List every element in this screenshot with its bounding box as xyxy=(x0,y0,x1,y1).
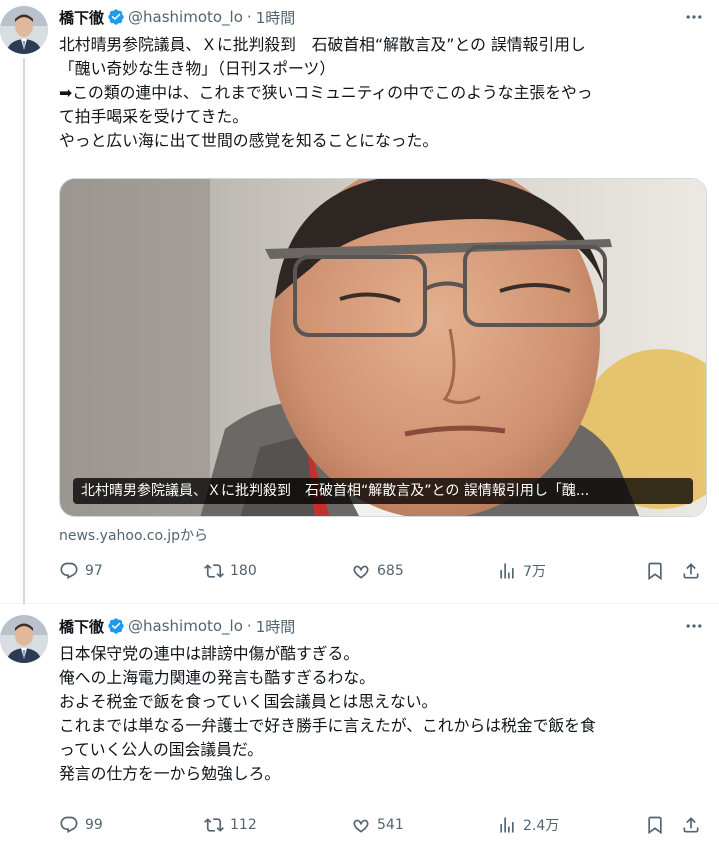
retweet-button[interactable]: 112 xyxy=(204,813,257,837)
tweet-text-line: て拍手喝采を受けてきた。 xyxy=(59,107,249,126)
tweet-text-line: 北村晴男参院議員、Ｘに批判殺到 石破首相“解散言及”との 誤情報引用し xyxy=(59,35,586,54)
tweet-text-line: ➡この類の連中は、これまで狭いコミュニティの中でこのような主張をやっ xyxy=(59,83,593,102)
tweet-text-line: 発言の仕方を一から勉強しろ。 xyxy=(59,764,281,783)
views-icon xyxy=(500,563,514,579)
bookmark-icon xyxy=(648,816,662,835)
views-count: 7万 xyxy=(523,564,546,580)
tweet[interactable]: 橋下徹 @hashimoto_lo · 1時間 日本保守党の連中は誹謗中傷が酷す… xyxy=(0,605,719,843)
more-options-icon[interactable] xyxy=(683,6,705,28)
link-card-title: 北村晴男参院議員、Ｘに批判殺到 石破首相“解散言及”との 誤情報引用し「醜... xyxy=(73,478,693,504)
header-separator: · xyxy=(246,617,252,635)
retweet-count: 180 xyxy=(230,563,257,579)
reply-count: 97 xyxy=(85,563,103,579)
bookmark-button[interactable] xyxy=(645,813,665,837)
tweet-text-line: 俺への上海電力関連の発言も酷すぎるわな。 xyxy=(59,668,375,687)
avatar[interactable] xyxy=(0,6,48,54)
timestamp[interactable]: 1時間 xyxy=(256,616,296,637)
retweet-icon xyxy=(204,818,224,832)
author-name[interactable]: 橋下徹 xyxy=(59,7,104,28)
share-button[interactable] xyxy=(681,813,701,837)
views-button[interactable]: 2.4万 xyxy=(497,813,559,837)
verified-badge-icon xyxy=(108,618,124,634)
avatar-image xyxy=(0,6,48,54)
tweet-text-line: っていく公人の国会議員だ。 xyxy=(59,740,264,759)
share-icon xyxy=(683,563,699,579)
share-button[interactable] xyxy=(681,559,701,583)
verified-badge-icon xyxy=(108,9,124,25)
tweet-text: 北村晴男参院議員、Ｘに批判殺到 石破首相“解散言及”との 誤情報引用し 「醜い奇… xyxy=(59,33,709,153)
views-count: 2.4万 xyxy=(523,818,560,834)
share-icon xyxy=(683,817,699,833)
tweet-text-line: 日本保守党の連中は誹謗中傷が酷すぎる。 xyxy=(59,644,360,663)
tweet-text-line: やっと広い海に出て世間の感覚を知ることになった。 xyxy=(59,131,439,150)
author-handle[interactable]: @hashimoto_lo xyxy=(128,8,243,26)
reply-count: 99 xyxy=(85,817,103,833)
tweet-header: 橋下徹 @hashimoto_lo · 1時間 xyxy=(59,615,295,637)
reply-icon xyxy=(60,562,78,580)
retweet-count: 112 xyxy=(230,817,257,833)
avatar-image xyxy=(0,615,48,663)
more-options-icon[interactable] xyxy=(683,615,705,637)
heart-icon xyxy=(353,565,369,579)
tweet-actions: 99 112 541 2.4万 xyxy=(59,813,709,837)
bookmark-icon xyxy=(648,562,662,581)
thread-connector xyxy=(23,58,25,604)
retweet-icon xyxy=(204,564,224,578)
tweet-text-line: 「醜い奇妙な生き物」（日刊スポーツ） xyxy=(59,59,336,78)
views-button[interactable]: 7万 xyxy=(497,559,546,583)
header-separator: · xyxy=(246,8,252,26)
avatar[interactable] xyxy=(0,615,48,663)
like-button[interactable]: 685 xyxy=(351,559,404,583)
tweet-text: 日本保守党の連中は誹謗中傷が酷すぎる。 俺への上海電力関連の発言も酷すぎるわな。… xyxy=(59,642,709,786)
tweet[interactable]: 橋下徹 @hashimoto_lo · 1時間 北村晴男参院議員、Ｘに批判殺到 … xyxy=(0,0,719,604)
bookmark-button[interactable] xyxy=(645,559,665,583)
views-icon xyxy=(500,817,514,833)
tweet-text-line: これまでは単なる一弁護士で好き勝手に言えたが、これからは税金で飯を食 xyxy=(59,716,596,735)
link-card-source[interactable]: news.yahoo.co.jpから xyxy=(59,525,208,545)
link-card-image xyxy=(60,179,706,516)
retweet-button[interactable]: 180 xyxy=(204,559,257,583)
timestamp[interactable]: 1時間 xyxy=(256,7,296,28)
tweet-text-line: およそ税金で飯を食っていく国会議員とは思えない。 xyxy=(59,692,438,711)
reply-button[interactable]: 99 xyxy=(59,813,103,837)
like-count: 685 xyxy=(377,563,404,579)
reply-icon xyxy=(60,816,78,834)
like-button[interactable]: 541 xyxy=(351,813,404,837)
tweet-header: 橋下徹 @hashimoto_lo · 1時間 xyxy=(59,6,295,28)
heart-icon xyxy=(353,819,369,833)
author-name[interactable]: 橋下徹 xyxy=(59,616,104,637)
reply-button[interactable]: 97 xyxy=(59,559,103,583)
tweet-actions: 97 180 685 7万 xyxy=(59,559,709,583)
link-card[interactable]: 北村晴男参院議員、Ｘに批判殺到 石破首相“解散言及”との 誤情報引用し「醜... xyxy=(59,178,707,517)
like-count: 541 xyxy=(377,817,404,833)
author-handle[interactable]: @hashimoto_lo xyxy=(128,617,243,635)
